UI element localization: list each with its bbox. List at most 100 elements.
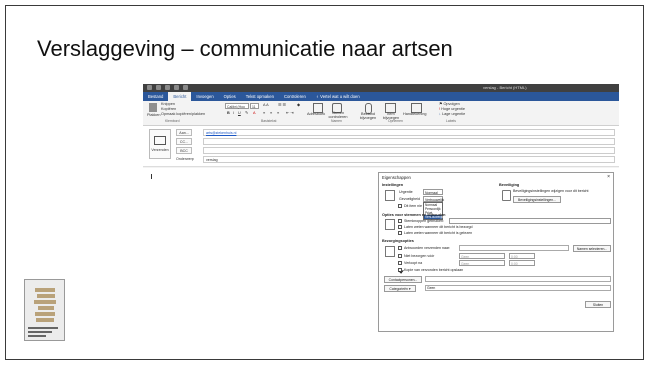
use-voting-checkbox[interactable]	[398, 219, 402, 223]
format-painter-button[interactable]: Opmaak kopiëren/plakken	[161, 112, 205, 117]
align-left-icon[interactable]: ≡	[263, 111, 265, 116]
importance-select[interactable]: Normaal	[423, 189, 443, 195]
security-description: Beveiligingsinstellingen wijzigen voor d…	[513, 189, 589, 193]
do-not-autoarchive-checkbox[interactable]	[398, 204, 402, 208]
underline-button[interactable]: U	[238, 111, 241, 116]
text-cursor	[151, 174, 152, 179]
voting-header: Opties voor stemmen en bijhouden	[382, 213, 446, 217]
delivery-icon	[385, 246, 395, 257]
contacts-field[interactable]	[425, 276, 611, 282]
signature-button[interactable]: Handtekening	[403, 112, 426, 117]
dialog-title: Eigenschappen	[382, 175, 411, 180]
paste-icon[interactable]	[149, 103, 157, 112]
align-right-icon[interactable]: ≡	[277, 111, 279, 116]
voting-icon	[385, 219, 395, 230]
bullets-icon[interactable]: ☰ ☰	[278, 103, 286, 108]
subject-field[interactable]: verslag	[203, 156, 615, 163]
tab-options[interactable]: Opties	[219, 92, 241, 101]
properties-dialog: Eigenschappen × Instellingen Urgentie No…	[378, 172, 614, 332]
highlight-icon[interactable]: ✎	[245, 111, 248, 116]
cc-button[interactable]: CC...	[176, 138, 192, 145]
indent-icon[interactable]: ⇤ ⇥	[286, 111, 293, 116]
bold-button[interactable]: B	[227, 111, 230, 116]
replies-to-label: Antwoorden verzenden naar:	[404, 246, 451, 250]
tell-me-search[interactable]: ♀ Vertel wat u wilt doen	[311, 92, 365, 101]
window-title: verslag - Bericht (HTML)	[483, 85, 527, 90]
down-arrow-icon[interactable]	[183, 85, 188, 90]
categories-button[interactable]: Categorieën ▾	[384, 285, 416, 292]
jenga-block	[35, 288, 55, 292]
bcc-field[interactable]	[203, 147, 615, 154]
paste-label[interactable]: Plakken	[147, 113, 161, 118]
tell-me-label: Vertel wat u wilt doen	[320, 94, 360, 99]
tab-file[interactable]: Bestand	[143, 92, 168, 101]
ribbon-tabs: Bestand Bericht Invoegen Opties Tekst op…	[143, 92, 619, 101]
cover-text-line	[28, 331, 52, 333]
undo-icon[interactable]	[156, 85, 161, 90]
tab-review[interactable]: Controleren	[279, 92, 311, 101]
font-color-icon[interactable]: A	[253, 111, 256, 116]
expires-date-select[interactable]: Geen	[459, 260, 505, 266]
security-settings-button[interactable]: Beveiligingsinstellingen...	[513, 196, 561, 203]
read-receipt-checkbox[interactable]	[398, 231, 402, 235]
cover-text-line	[28, 335, 46, 337]
quick-access-toolbar	[147, 85, 188, 90]
font-size-select[interactable]: 11	[250, 103, 259, 109]
group-include-label: Opnemen	[388, 119, 403, 123]
up-arrow-icon[interactable]	[174, 85, 179, 90]
slide-title: Verslaggeving – communicatie naar artsen	[37, 36, 453, 61]
high-importance-label: Hoge urgentie	[441, 107, 465, 111]
align-center-icon[interactable]: ≡	[270, 111, 272, 116]
voting-buttons-select[interactable]	[449, 218, 611, 224]
jenga-block	[36, 318, 54, 322]
deliver-time-select[interactable]: 0:00	[509, 253, 535, 259]
tab-message[interactable]: Bericht	[168, 92, 192, 101]
attach-file-button[interactable]: Bestand bijvoegen	[357, 112, 379, 120]
clear-format-icon[interactable]: ◆	[297, 103, 300, 108]
importance-label: Urgentie	[399, 190, 413, 194]
do-not-deliver-checkbox[interactable]	[398, 254, 402, 258]
deliver-date-select[interactable]: Geen	[459, 253, 505, 259]
to-field[interactable]: arts@ziekenhuis.nl	[203, 129, 615, 136]
low-importance-button[interactable]: ↓ Lage urgentie	[439, 112, 465, 117]
italic-button[interactable]: I	[233, 111, 234, 116]
address-book-button[interactable]: Adresboek	[307, 112, 325, 117]
to-button[interactable]: Aan...	[176, 129, 192, 136]
expires-time-select[interactable]: 0:00	[509, 260, 535, 266]
replies-to-field[interactable]	[459, 245, 569, 251]
delivery-options-header: Bezorgingsopties	[382, 239, 414, 243]
save-icon[interactable]	[147, 85, 152, 90]
group-tags-label: Labels	[446, 119, 456, 123]
contacts-button[interactable]: Contactpersonen...	[384, 276, 422, 283]
check-names-button[interactable]: Namen controleren	[327, 111, 349, 119]
grow-font-icon[interactable]: A A	[263, 103, 269, 108]
jenga-block	[38, 306, 54, 310]
ribbon: Plakken Knippen Kopiëren Opmaak kopiëren…	[143, 101, 619, 126]
send-button[interactable]: Verzenden	[149, 129, 171, 159]
jenga-block	[35, 312, 55, 316]
do-not-deliver-label: Niet bezorgen vóór	[404, 254, 435, 258]
delivery-receipt-checkbox[interactable]	[398, 225, 402, 229]
save-copy-checkbox[interactable]	[398, 268, 402, 272]
message-header: Verzenden Aan... arts@ziekenhuis.nl CC..…	[143, 126, 619, 167]
tab-format-text[interactable]: Tekst opmaken	[241, 92, 279, 101]
redo-icon[interactable]	[165, 85, 170, 90]
sensitivity-dropdown: Normaal Persoonlijk Privé Vertrouwelijk	[423, 202, 443, 220]
group-clipboard-label: Klembord	[165, 119, 180, 123]
cc-field[interactable]	[203, 138, 615, 145]
close-icon[interactable]: ×	[607, 174, 610, 180]
font-name-select[interactable]: Calibri (Hoo	[225, 103, 249, 109]
subject-label: Onderwerp	[176, 157, 194, 161]
book-cover-thumbnail	[24, 279, 65, 341]
sensitivity-label: Gevoeligheid	[399, 197, 420, 201]
replies-to-checkbox[interactable]	[398, 246, 402, 250]
expires-checkbox[interactable]	[398, 261, 402, 265]
do-not-autoarchive-label: Dit item niet automatisch archiveren	[404, 204, 422, 208]
expires-label: Verloopt na	[404, 261, 423, 265]
select-names-button[interactable]: Namen selecteren...	[573, 245, 611, 252]
close-dialog-button[interactable]: Sluiten	[585, 301, 611, 308]
settings-header: Instellingen	[382, 183, 404, 187]
tab-insert[interactable]: Invoegen	[191, 92, 218, 101]
bcc-button[interactable]: BCC	[176, 147, 192, 154]
categories-field[interactable]: Geen	[425, 285, 611, 291]
